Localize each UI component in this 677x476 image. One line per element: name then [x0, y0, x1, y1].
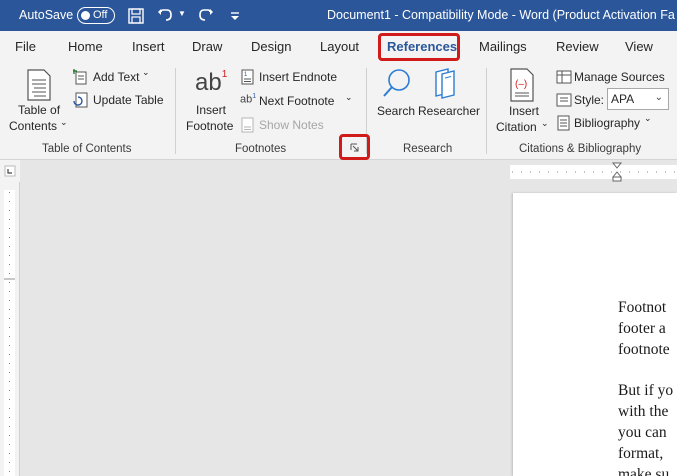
document-line: Footnot [618, 299, 667, 316]
tab-review[interactable]: Review [556, 39, 599, 54]
next-footnote-chevron-down-icon[interactable]: ⌄ [345, 92, 353, 103]
table-of-contents-label-2[interactable]: Contents [9, 119, 57, 133]
citations-group-label: Citations & Bibliography [519, 143, 642, 155]
autosave-label: AutoSave [19, 8, 74, 22]
style-label: Style: [574, 93, 605, 107]
tab-home[interactable]: Home [68, 39, 103, 54]
toc-chevron-down-icon[interactable]: ⌄ [60, 117, 68, 128]
bibliography-button[interactable]: Bibliography [574, 116, 640, 130]
document-line: footnote [618, 341, 670, 358]
add-text-button[interactable]: Add Text [93, 70, 139, 84]
document-line: you can [618, 424, 667, 441]
toc-group-label: Table of Contents [42, 143, 132, 155]
search-icon[interactable] [382, 68, 412, 100]
group-separator [175, 68, 176, 154]
tab-insert[interactable]: Insert [132, 39, 165, 54]
manage-sources-icon[interactable] [556, 69, 572, 85]
tab-design[interactable]: Design [251, 39, 291, 54]
autosave-toggle[interactable]: Off [77, 7, 115, 24]
tab-layout[interactable]: Layout [320, 39, 359, 54]
document-line: format, [618, 445, 664, 462]
insert-citation-label-2[interactable]: Citation [496, 120, 537, 134]
insert-citation-icon[interactable]: (–) [508, 68, 536, 102]
insert-footnote-label-1[interactable]: Insert [196, 103, 226, 117]
insert-citation-label-1[interactable]: Insert [509, 104, 539, 118]
research-group-label: Research [403, 143, 453, 155]
redo-icon[interactable] [196, 6, 216, 26]
style-icon [556, 93, 572, 107]
update-table-icon[interactable] [73, 92, 89, 108]
document-line: with the [618, 403, 669, 420]
table-of-contents-icon[interactable] [26, 69, 52, 101]
document-line: footer a [618, 320, 666, 337]
toggle-knob [81, 10, 90, 20]
insert-endnote-button[interactable]: Insert Endnote [259, 70, 337, 84]
undo-dropdown-icon[interactable]: ▼ [178, 9, 186, 18]
insert-footnote-icon[interactable]: ab1 [195, 69, 227, 97]
document-line: But if yo [618, 382, 674, 399]
ruler-ticks [510, 162, 677, 182]
insert-citation-chevron-down-icon[interactable]: ⌄ [541, 118, 549, 129]
undo-icon[interactable] [155, 6, 175, 26]
style-dropdown[interactable]: APA ⌄ [607, 88, 669, 110]
tab-mailings[interactable]: Mailings [479, 39, 527, 54]
update-table-button[interactable]: Update Table [93, 93, 164, 107]
dialog-launcher-highlight [339, 134, 370, 160]
bibliography-icon[interactable] [556, 115, 572, 131]
title-bar: AutoSave Off ▼ Document1 - Compatibility… [0, 0, 677, 31]
vertical-ruler-ticks [4, 192, 15, 476]
next-footnote-button[interactable]: Next Footnote [259, 94, 334, 108]
insert-footnote-label-2[interactable]: Footnote [186, 119, 233, 133]
add-text-icon[interactable] [73, 69, 89, 85]
next-footnote-icon[interactable]: ab1 [240, 93, 256, 106]
document-line: make su [618, 466, 670, 476]
chevron-down-icon: ⌄ [654, 92, 663, 103]
tab-draw[interactable]: Draw [192, 39, 222, 54]
document-title: Document1 - Compatibility Mode - Word (P… [327, 8, 675, 22]
tab-selector[interactable] [0, 160, 20, 182]
search-button[interactable]: Search [377, 104, 415, 118]
show-notes-icon [241, 117, 254, 133]
save-icon[interactable] [126, 6, 146, 26]
style-value: APA [611, 92, 635, 106]
add-text-chevron-down-icon[interactable]: ⌄ [142, 67, 150, 78]
autosave-state: Off [93, 8, 108, 21]
show-notes-button: Show Notes [259, 118, 324, 132]
references-tab-highlight [378, 33, 460, 61]
insert-endnote-icon[interactable]: 1 [240, 69, 256, 85]
horizontal-ruler[interactable] [20, 160, 677, 182]
svg-text:(–): (–) [515, 79, 527, 90]
researcher-button[interactable]: Researcher [418, 104, 480, 118]
bibliography-chevron-down-icon[interactable]: ⌄ [644, 113, 652, 124]
document-page[interactable]: Footnot footer a footnote But if yo with… [513, 193, 677, 476]
footnotes-group-label: Footnotes [235, 143, 287, 155]
ribbon-tabs: File Home Insert Draw Design Layout Refe… [0, 31, 677, 62]
vertical-ruler[interactable] [0, 182, 20, 476]
researcher-icon[interactable] [432, 68, 460, 100]
tab-file[interactable]: File [15, 39, 36, 54]
manage-sources-button[interactable]: Manage Sources [574, 70, 665, 84]
tab-view[interactable]: View [625, 39, 653, 54]
table-of-contents-label-1[interactable]: Table of [18, 103, 60, 117]
customize-quick-access-icon[interactable] [225, 6, 245, 26]
group-separator [486, 68, 487, 154]
tab-stop-icon [4, 165, 16, 177]
